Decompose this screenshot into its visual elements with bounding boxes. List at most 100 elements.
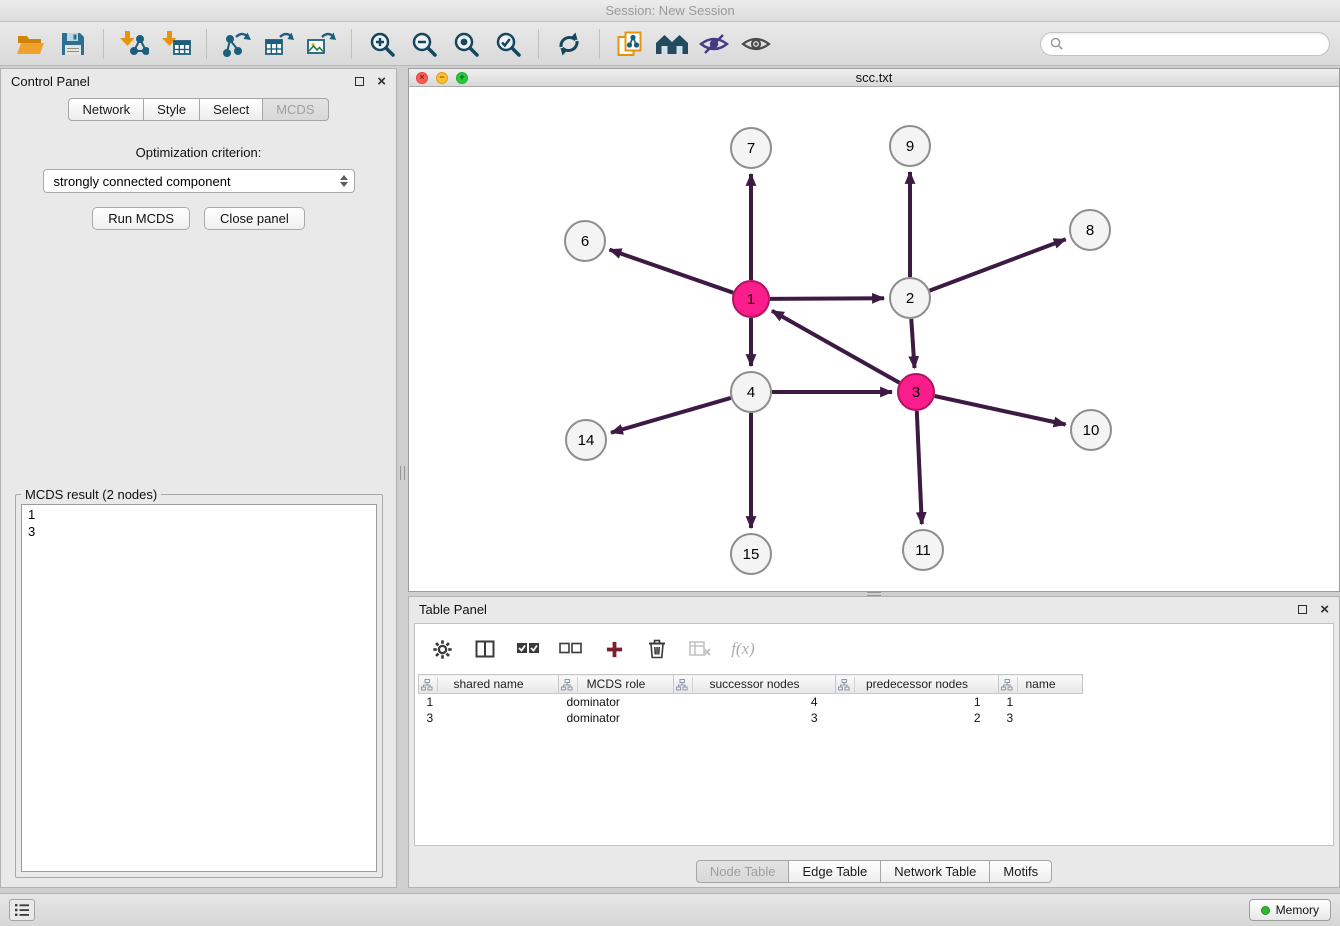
table-tab-motifs[interactable]: Motifs	[990, 860, 1052, 883]
close-table-panel-icon[interactable]: ×	[1320, 602, 1329, 617]
function-builder-button[interactable]: f(x)	[730, 636, 756, 662]
splitter-grip-icon	[400, 466, 405, 480]
cell-mcds-role: dominator	[559, 694, 674, 710]
cell-name: 1	[999, 694, 1083, 710]
edge-3-1[interactable]	[772, 311, 900, 383]
tab-select[interactable]: Select	[200, 98, 263, 121]
column-sort-icon	[838, 677, 855, 692]
edge-2-3[interactable]	[911, 319, 914, 368]
new-network-from-selection-button[interactable]	[612, 26, 648, 62]
houses-icon	[655, 31, 689, 57]
search-box[interactable]	[1040, 32, 1330, 56]
column-header-mcds-role[interactable]: MCDS role	[559, 675, 674, 694]
edge-1-2[interactable]	[770, 298, 884, 299]
column-header-successor-nodes[interactable]: successor nodes	[674, 675, 836, 694]
edge-4-14[interactable]	[611, 398, 731, 433]
save-session-button[interactable]	[55, 26, 91, 62]
export-table-icon	[264, 30, 294, 58]
node-label-11: 11	[915, 542, 931, 559]
mcds-result-box: MCDS result (2 nodes) 13	[15, 494, 383, 878]
node-label-4: 4	[747, 384, 755, 401]
select-all-columns-button[interactable]	[515, 636, 541, 662]
gear-icon	[432, 639, 453, 660]
export-network-button[interactable]	[219, 26, 255, 62]
cell-predecessor-nodes: 1	[836, 694, 999, 710]
node-label-7: 7	[747, 140, 755, 157]
trash-icon	[648, 639, 666, 659]
run-mcds-button[interactable]: Run MCDS	[92, 207, 190, 230]
show-graphics-details-button[interactable]	[738, 26, 774, 62]
column-header-predecessor-nodes[interactable]: predecessor nodes	[836, 675, 999, 694]
delete-column-button[interactable]	[644, 636, 670, 662]
node-label-1: 1	[747, 291, 755, 308]
node-label-10: 10	[1083, 422, 1100, 439]
memory-label: Memory	[1276, 903, 1319, 917]
delete-table-button[interactable]	[687, 636, 713, 662]
tab-mcds[interactable]: MCDS	[263, 98, 328, 121]
node-label-15: 15	[743, 546, 760, 563]
column-header-name[interactable]: name	[999, 675, 1083, 694]
maximize-window-icon[interactable]: +	[456, 72, 468, 84]
eye-icon	[741, 32, 771, 56]
tab-network[interactable]: Network	[68, 98, 144, 121]
column-header-shared-name[interactable]: shared name	[419, 675, 559, 694]
export-network-icon	[222, 30, 252, 58]
network-canvas[interactable]: 7968124314101511	[409, 88, 1339, 591]
export-image-button[interactable]	[303, 26, 339, 62]
edge-3-11[interactable]	[917, 411, 922, 524]
zoom-in-button[interactable]	[364, 26, 400, 62]
unchecked-boxes-icon	[559, 641, 583, 657]
window-titlebar: Session: New Session	[0, 0, 1340, 22]
table-tab-network-table[interactable]: Network Table	[881, 860, 990, 883]
edge-1-6[interactable]	[610, 250, 734, 293]
criterion-dropdown-value: strongly connected component	[54, 174, 231, 189]
toolbar-separator	[538, 29, 539, 59]
cell-predecessor-nodes: 2	[836, 710, 999, 726]
table-panel-header: Table Panel ×	[409, 597, 1339, 621]
graph-svg[interactable]: 7968124314101511	[409, 88, 1339, 591]
status-bar: Memory	[0, 893, 1340, 926]
network-overview-button[interactable]	[654, 26, 690, 62]
control-panel: Control Panel × NetworkStyleSelectMCDS O…	[0, 68, 397, 888]
minimize-window-icon[interactable]: −	[436, 72, 448, 84]
zoom-selected-button[interactable]	[490, 26, 526, 62]
table-settings-button[interactable]	[429, 636, 455, 662]
dropdown-arrows-icon	[340, 175, 348, 187]
deselect-all-columns-button[interactable]	[558, 636, 584, 662]
open-session-button[interactable]	[13, 26, 49, 62]
tab-style[interactable]: Style	[144, 98, 200, 121]
apply-layout-button[interactable]	[551, 26, 587, 62]
control-panel-header: Control Panel ×	[1, 69, 396, 93]
toolbar-separator	[206, 29, 207, 59]
create-column-button[interactable]	[601, 636, 627, 662]
zoom-out-button[interactable]	[406, 26, 442, 62]
edge-2-8[interactable]	[930, 239, 1066, 290]
criterion-dropdown[interactable]: strongly connected component	[43, 169, 355, 193]
table-row[interactable]: 1dominator411	[419, 694, 1083, 710]
panel-list-button[interactable]	[9, 899, 35, 921]
search-input[interactable]	[1068, 36, 1320, 51]
cell-successor-nodes: 3	[674, 710, 836, 726]
eye-slash-icon	[699, 31, 729, 57]
close-window-icon[interactable]: ×	[416, 72, 428, 84]
table-tab-edge-table[interactable]: Edge Table	[789, 860, 881, 883]
memory-button[interactable]: Memory	[1249, 899, 1331, 921]
table-tab-node-table[interactable]: Node Table	[696, 860, 790, 883]
cell-shared-name: 1	[419, 694, 559, 710]
close-panel-icon[interactable]: ×	[377, 74, 386, 89]
export-table-button[interactable]	[261, 26, 297, 62]
vertical-splitter[interactable]	[397, 68, 408, 592]
visual-style-button[interactable]	[696, 26, 732, 62]
import-network-button[interactable]	[116, 26, 152, 62]
optimization-criterion-label: Optimization criterion:	[1, 145, 396, 160]
float-table-panel-icon[interactable]	[1298, 605, 1307, 614]
import-table-button[interactable]	[158, 26, 194, 62]
zoom-fit-button[interactable]	[448, 26, 484, 62]
table-row[interactable]: 3dominator323	[419, 710, 1083, 726]
show-columns-button[interactable]	[472, 636, 498, 662]
mcds-result-list[interactable]: 13	[21, 504, 377, 872]
close-panel-button[interactable]: Close panel	[204, 207, 305, 230]
node-label-3: 3	[912, 384, 920, 401]
edge-3-10[interactable]	[935, 396, 1066, 425]
float-panel-icon[interactable]	[355, 77, 364, 86]
